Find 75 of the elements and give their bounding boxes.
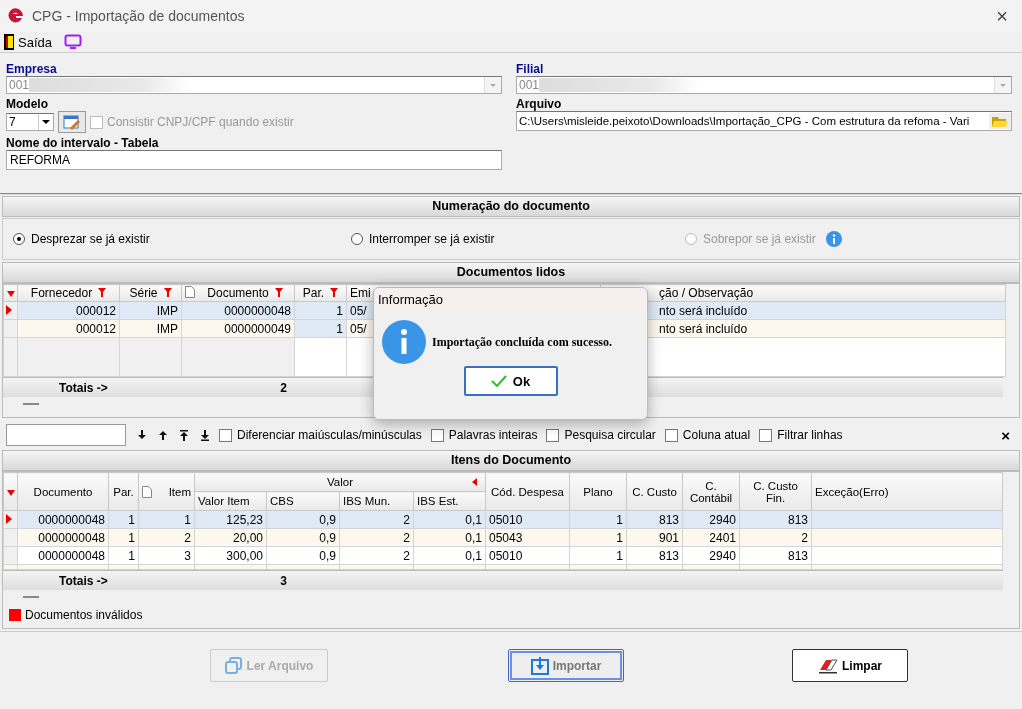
next-arrow-icon[interactable] [137,430,147,440]
previous-arrow-icon[interactable] [158,430,168,440]
dropdown-arrow-icon[interactable] [38,114,53,130]
search-option-checkbox[interactable]: Coluna atual [664,428,751,442]
section-header: Itens do Documento [2,450,1020,471]
section-header: Documentos lidos [2,262,1020,283]
field-label: Arquivo [516,97,563,111]
monitor-icon[interactable] [64,34,82,50]
column-header[interactable]: Documento [181,284,295,302]
branch-dropdown[interactable]: 001 [516,76,1012,94]
eraser-icon [818,657,838,674]
clear-button[interactable]: Limpar [792,649,908,682]
column-header[interactable]: Documento [17,472,109,511]
ok-button[interactable]: Ok [463,366,558,396]
radio-option[interactable]: Desprezar se já existir [13,232,351,246]
column-header[interactable]: Item [138,472,195,511]
column-header[interactable]: Par. [294,284,347,302]
column-header[interactable]: Série [119,284,182,302]
search-field[interactable] [6,424,126,446]
column-header[interactable]: Exceção(Erro) [811,472,1003,511]
copy-icon [224,656,243,675]
dialog-title: Informação [374,288,647,314]
filter-icon[interactable] [163,288,172,297]
sort-marker-icon [7,291,15,297]
search-option-checkbox[interactable]: Diferenciar maiúsculas/minúsculas [219,428,422,442]
column-header[interactable]: C. Custo [626,472,683,511]
info-icon[interactable] [825,231,842,247]
field-label: Filial [516,62,545,76]
filter-icon[interactable] [274,288,283,297]
totals-count: 3 [279,573,287,588]
filter-icon[interactable] [98,288,107,297]
download-icon [530,656,549,675]
filter-icon[interactable] [330,288,339,297]
column-header[interactable]: Cód. Despesa [485,472,570,511]
column-header[interactable]: ção / Observação [600,284,1006,302]
document-icon [142,485,152,498]
range-name-field[interactable]: REFORMA [6,150,502,170]
search-option-checkbox[interactable]: Palavras inteiras [430,428,538,442]
column-header[interactable]: C. Custo Fin. [739,472,812,511]
model-dropdown[interactable]: 7 [6,113,54,131]
column-header[interactable]: Par. [108,472,139,511]
totals-count: 2 [279,380,287,395]
totals-label: Totais -> [58,380,109,395]
file-path-field[interactable]: C:\Users\misleide.peixoto\Downloads\Importação_CPG - Com estrutura da refoma - Vari [516,111,1012,131]
column-header[interactable]: Fornecedor [17,284,120,302]
field-label: Empresa [6,62,58,76]
current-row-icon [6,513,12,524]
legend-label: Documentos inválidos [25,608,143,622]
exit-button[interactable]: Saída [4,34,52,50]
app-logo-icon [8,8,24,24]
door-icon [4,34,14,50]
section-header: Numeração do documento [2,196,1020,217]
import-button[interactable]: Importar [508,649,624,682]
radio-option[interactable]: Interromper se já existir [351,232,685,246]
collapse-arrow-icon[interactable] [472,478,477,486]
company-dropdown[interactable]: 001 [6,76,502,94]
edit-table-button[interactable] [58,111,86,133]
close-search-button[interactable]: × [995,425,1016,445]
search-option-checkbox[interactable]: Filtrar linhas [759,428,843,442]
totals-label: Totais -> [58,573,109,588]
column-header[interactable]: Plano [569,472,627,511]
field-label: Modelo [6,97,49,111]
sort-marker-icon [7,489,15,496]
document-icon [185,286,195,298]
info-icon [382,320,426,364]
checkmark-icon [490,375,507,387]
search-option-checkbox[interactable]: Pesquisa circular [546,428,656,442]
close-button[interactable]: × [990,4,1014,28]
field-label: Nome do intervalo - Tabela [6,136,160,150]
last-arrow-icon[interactable] [200,429,210,441]
window-title: CPG - Importação de documentos [32,8,246,24]
first-arrow-icon[interactable] [179,429,189,441]
column-group-header: Valor [194,472,486,492]
column-header[interactable]: C. Contábil [682,472,740,511]
current-row-icon [6,304,12,315]
